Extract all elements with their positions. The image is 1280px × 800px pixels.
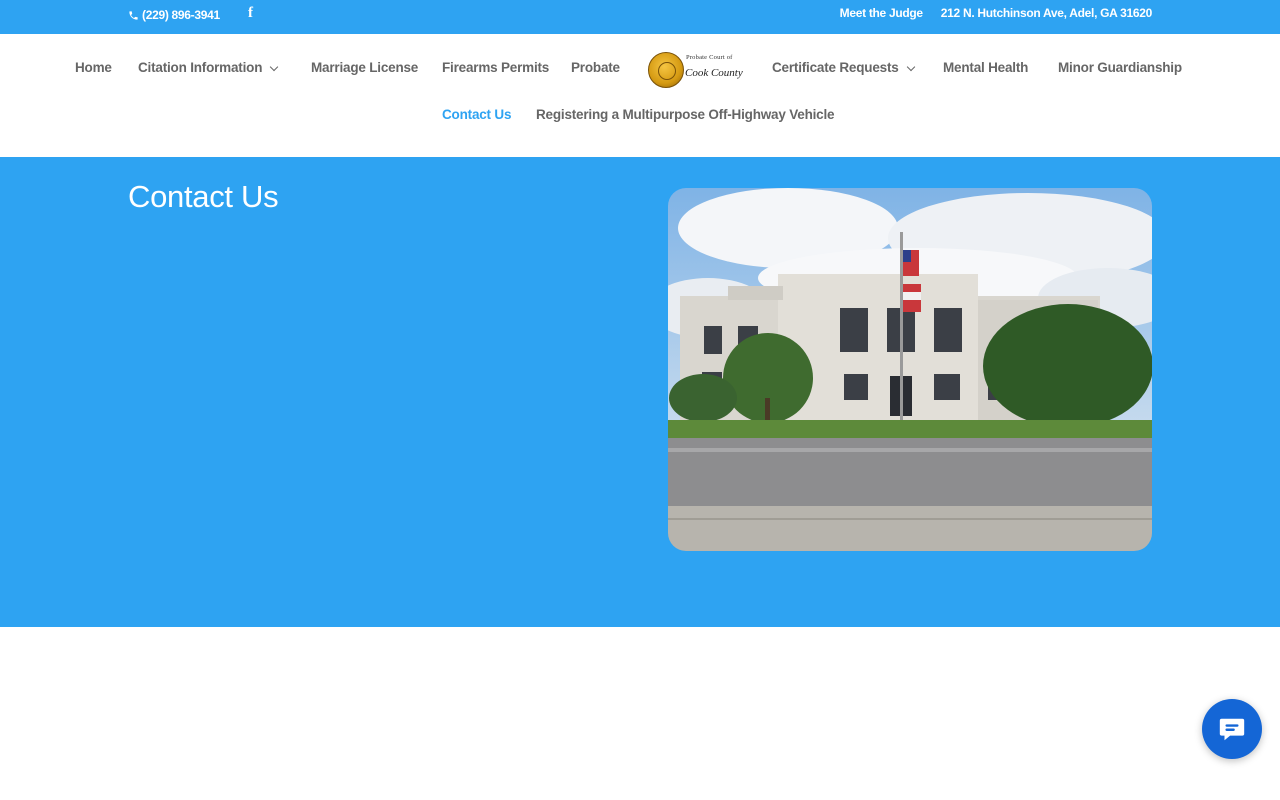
chevron-down-icon (906, 62, 915, 72)
nav-firearms-permits[interactable]: Firearms Permits (442, 60, 549, 75)
nav-contact-us[interactable]: Contact Us (442, 107, 511, 122)
top-bar: (229) 896-3941 f Meet the Judge 212 N. H… (0, 0, 1280, 34)
phone-number: (229) 896-3941 (142, 8, 220, 22)
nav-home[interactable]: Home (75, 60, 112, 75)
phone-icon (129, 10, 138, 20)
nav-off-highway-vehicle[interactable]: Registering a Multipurpose Off-Highway V… (536, 107, 835, 122)
nav-certificate-label: Certificate Requests (772, 60, 899, 75)
nav-minor-guardianship[interactable]: Minor Guardianship (1058, 60, 1182, 75)
logo-line-1: Probate Court of (686, 54, 733, 61)
nav-certificate-requests[interactable]: Certificate Requests (772, 60, 915, 75)
meet-judge-link[interactable]: Meet the Judge (840, 6, 923, 20)
facebook-icon[interactable]: f (248, 5, 253, 22)
nav-marriage-license[interactable]: Marriage License (311, 60, 418, 75)
page-title: Contact Us (128, 179, 279, 214)
main-header: Home Citation Information Marriage Licen… (0, 34, 1280, 157)
county-seal-icon (648, 52, 684, 88)
nav-citation-label: Citation Information (138, 60, 263, 75)
chat-bubble-icon (1219, 718, 1245, 741)
hero-section: Contact Us (0, 157, 1280, 627)
chevron-down-icon (270, 62, 279, 72)
chat-widget-button[interactable] (1202, 699, 1262, 759)
phone-link[interactable]: (229) 896-3941 (128, 8, 220, 22)
nav-probate[interactable]: Probate (571, 60, 620, 75)
courthouse-photo (668, 188, 1152, 551)
logo-line-2: Cook County (685, 67, 743, 79)
nav-citation-information[interactable]: Citation Information (138, 60, 279, 75)
site-logo[interactable]: Probate Court of Cook County (648, 51, 748, 89)
nav-mental-health[interactable]: Mental Health (943, 60, 1028, 75)
address-link[interactable]: 212 N. Hutchinson Ave, Adel, GA 31620 (941, 6, 1153, 20)
